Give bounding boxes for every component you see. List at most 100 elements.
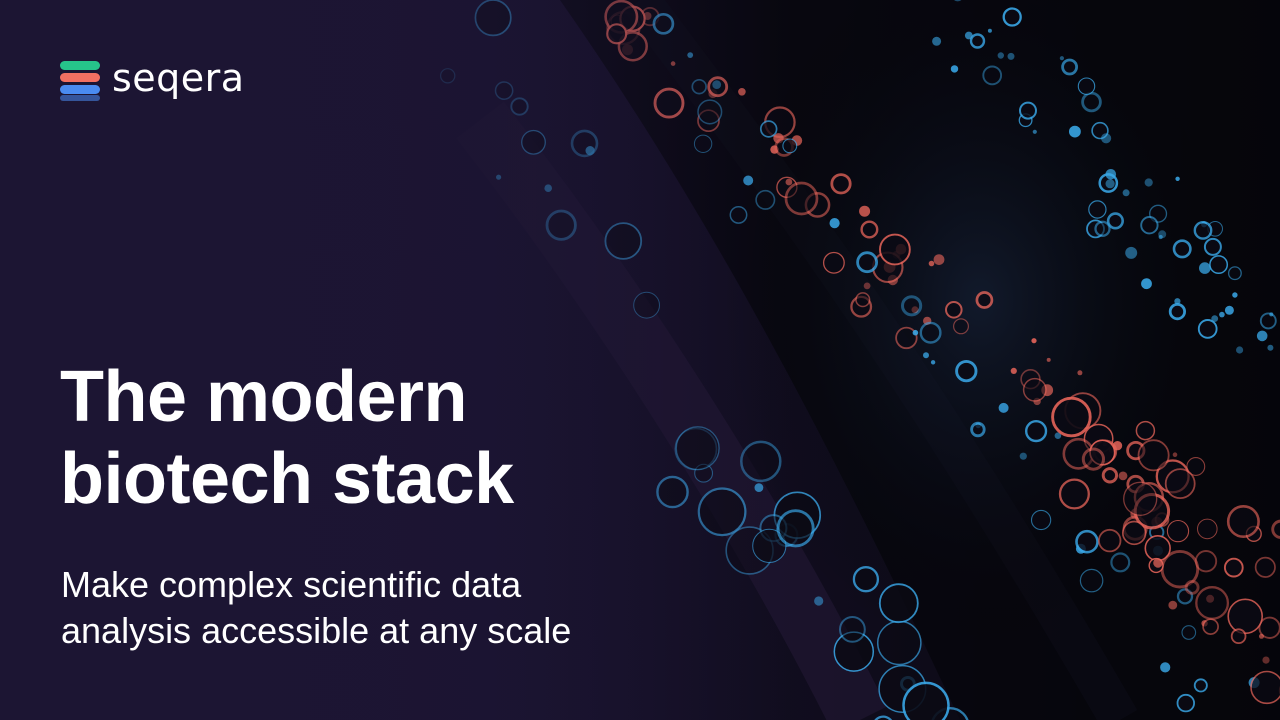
bubble bbox=[1007, 52, 1015, 60]
bubble bbox=[1081, 447, 1106, 471]
bubble bbox=[1051, 396, 1092, 438]
bubble bbox=[1144, 178, 1153, 187]
bubble bbox=[998, 402, 1009, 413]
bubble bbox=[1193, 220, 1213, 240]
bubble bbox=[1227, 598, 1263, 635]
bubble bbox=[1259, 312, 1277, 330]
bubble bbox=[1197, 319, 1218, 339]
bubble bbox=[521, 129, 546, 155]
bubble bbox=[1184, 580, 1200, 595]
bubble bbox=[1227, 266, 1242, 281]
bubble bbox=[1125, 246, 1138, 259]
bubble bbox=[859, 205, 871, 217]
bubble bbox=[855, 292, 871, 308]
bubble bbox=[755, 189, 776, 210]
bubble bbox=[1101, 467, 1119, 484]
bubble bbox=[928, 260, 935, 267]
bubble bbox=[606, 23, 628, 45]
bubble bbox=[1031, 338, 1037, 344]
bubble bbox=[1193, 678, 1208, 693]
bubble bbox=[1174, 298, 1181, 305]
bubble bbox=[874, 715, 893, 720]
bubble bbox=[776, 509, 815, 548]
bubble bbox=[785, 178, 793, 186]
seqera-logo[interactable]: seqera bbox=[58, 56, 245, 104]
bubble bbox=[923, 352, 929, 359]
bubble bbox=[1236, 346, 1244, 354]
bubble bbox=[1256, 330, 1268, 342]
bubble bbox=[878, 583, 919, 624]
bubble bbox=[1046, 357, 1051, 362]
bubble bbox=[496, 174, 502, 180]
bubble bbox=[1181, 625, 1197, 640]
bubble bbox=[440, 68, 456, 84]
bubble bbox=[852, 566, 880, 593]
bubble bbox=[955, 359, 978, 383]
bubble bbox=[1230, 628, 1247, 644]
bubble bbox=[1019, 101, 1037, 120]
bubble bbox=[1262, 656, 1270, 664]
bubble bbox=[1123, 481, 1158, 516]
bubble bbox=[876, 620, 922, 666]
bubble bbox=[829, 218, 840, 229]
bubble bbox=[1010, 367, 1017, 374]
bubble bbox=[693, 134, 713, 154]
bubble bbox=[759, 120, 778, 138]
bubble bbox=[1197, 518, 1218, 540]
bubble bbox=[544, 184, 552, 192]
bubble bbox=[494, 81, 514, 100]
bubble bbox=[643, 12, 652, 20]
bubble bbox=[997, 52, 1004, 59]
bubble bbox=[743, 175, 754, 186]
bubble bbox=[987, 28, 992, 33]
page-title: The modern biotech stack bbox=[60, 356, 760, 520]
bubble bbox=[952, 318, 969, 335]
bubble bbox=[1106, 212, 1124, 230]
bubble bbox=[1267, 344, 1274, 351]
bubble bbox=[1140, 216, 1159, 235]
headline-line: biotech stack bbox=[60, 439, 514, 519]
bubble bbox=[1166, 519, 1190, 543]
bubble bbox=[1019, 452, 1027, 460]
bubble bbox=[1101, 133, 1112, 144]
bubble bbox=[982, 65, 1003, 86]
bubble bbox=[653, 87, 685, 119]
bubble bbox=[1175, 176, 1180, 181]
bubble bbox=[1118, 471, 1128, 481]
bubble bbox=[697, 99, 723, 125]
bubble bbox=[1232, 292, 1238, 298]
bubble bbox=[585, 146, 595, 156]
bubble bbox=[1079, 568, 1104, 593]
subheadline-line: analysis accessible at any scale bbox=[61, 610, 572, 651]
bubble bbox=[652, 12, 675, 35]
bubble bbox=[1110, 552, 1131, 573]
bubble bbox=[1059, 56, 1064, 61]
bubble bbox=[1121, 520, 1147, 546]
bubble bbox=[1224, 305, 1234, 315]
bubble bbox=[633, 291, 660, 319]
bubble bbox=[1075, 529, 1099, 554]
bubble bbox=[1094, 220, 1111, 237]
bubble bbox=[782, 138, 798, 154]
bubble bbox=[933, 254, 945, 265]
bubble bbox=[1077, 77, 1096, 95]
bubble bbox=[1061, 58, 1078, 76]
bubble bbox=[830, 173, 852, 195]
bubble bbox=[879, 233, 911, 266]
bubble bbox=[1195, 586, 1230, 620]
bubble bbox=[729, 205, 748, 224]
bubble bbox=[912, 329, 919, 336]
subheadline: Make complex scientific data analysis ac… bbox=[61, 562, 781, 654]
bubble bbox=[1160, 662, 1171, 673]
hero-slide: seqera The modern biotech stack Make com… bbox=[0, 0, 1280, 720]
bubble bbox=[902, 681, 950, 720]
bubble bbox=[856, 251, 878, 274]
bubble bbox=[712, 80, 722, 89]
bubble bbox=[1081, 91, 1102, 113]
bubble bbox=[1002, 7, 1022, 27]
bubble bbox=[1269, 312, 1274, 317]
bubble bbox=[1105, 179, 1115, 189]
bubble bbox=[1024, 420, 1048, 443]
bubble bbox=[784, 181, 819, 216]
bubble bbox=[1172, 239, 1192, 259]
